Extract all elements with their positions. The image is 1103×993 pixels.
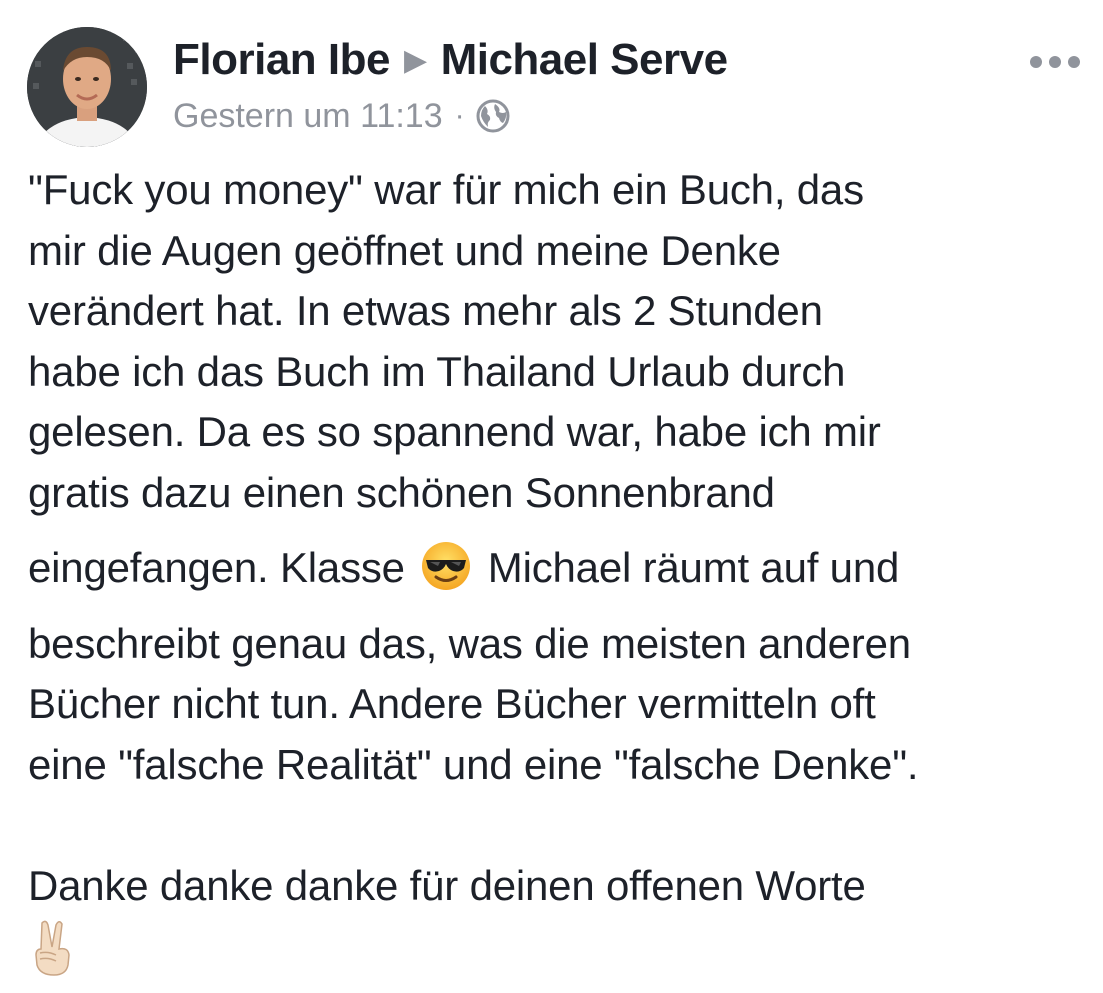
smiling-face-with-sunglasses-emoji	[420, 540, 472, 592]
post-line: gratis dazu einen schönen Sonnenbrand	[28, 468, 775, 516]
recipient-name[interactable]: Michael Serve	[441, 35, 729, 84]
post-text-segment: Michael räumt auf und	[487, 543, 900, 591]
globe-icon[interactable]	[475, 98, 511, 134]
more-dot	[1030, 56, 1042, 68]
more-dot	[1049, 56, 1061, 68]
author-name[interactable]: Florian Ibe	[173, 35, 390, 84]
post-timestamp[interactable]: Gestern um 11:13	[173, 94, 443, 138]
post-line: eine "falsche Realität" und eine "falsch…	[28, 740, 919, 788]
post-line: Danke danke danke für deinen offenen Wor…	[28, 861, 866, 909]
share-arrow-icon: ▶	[403, 44, 427, 77]
post-line: habe ich das Buch im Thailand Urlaub dur…	[28, 347, 846, 395]
post-line: "Fuck you money" war für mich ein Buch, …	[28, 166, 864, 213]
post-line: eingefangen. Klasse Michael räumt auf un…	[28, 524, 1088, 614]
post-line: beschreibt genau das, was die meisten an…	[28, 619, 911, 667]
meta-separator: ·	[454, 99, 465, 132]
post-line	[28, 917, 1088, 978]
post-meta: Gestern um 11:13 ·	[173, 94, 511, 138]
more-dot	[1068, 56, 1080, 68]
post-body: "Fuck you money" war für mich ein Buch, …	[28, 160, 1088, 977]
post-line: gelesen. Da es so spannend war, habe ich…	[28, 408, 881, 456]
victory-hand-emoji	[28, 917, 76, 977]
facebook-post: Florian Ibe ▶ Michael Serve Gestern um 11:…	[0, 0, 1103, 991]
post-header: Florian Ibe ▶ Michael Serve	[173, 34, 728, 87]
post-line: verändert hat. In etwas mehr als 2 Stund…	[28, 287, 823, 335]
post-line: Bücher nicht tun. Andere Bücher vermitte…	[28, 680, 876, 728]
more-options-icon[interactable]	[1030, 54, 1080, 70]
author-avatar[interactable]	[27, 27, 147, 147]
post-text-segment: eingefangen. Klasse	[28, 543, 405, 591]
post-line: mir die Augen geöffnet und meine Denke	[28, 226, 781, 274]
